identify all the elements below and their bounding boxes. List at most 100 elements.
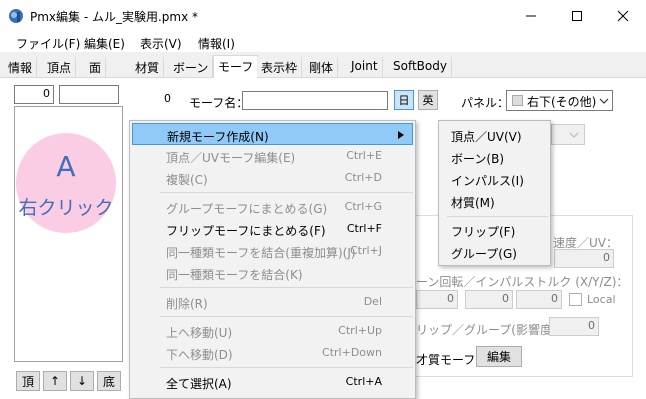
ctx-item-label: 複製(C): [166, 173, 208, 187]
chevron-down-icon: [569, 132, 579, 138]
menu-file[interactable]: ファイル(F): [16, 35, 80, 52]
sub-group[interactable]: グループ(G): [441, 241, 548, 263]
ctx-item-shortcut: Ctrl+E: [346, 149, 382, 162]
window-title: Pmx編集 - ムル_実験用.pmx *: [30, 10, 199, 24]
chevron-right-icon: [398, 131, 404, 139]
tab-rigid-body[interactable]: 剛体: [305, 57, 339, 77]
panel-select-value: 右下(その他): [527, 95, 597, 109]
local-checkbox[interactable]: [569, 293, 582, 306]
flip-group-input[interactable]: 0: [549, 317, 599, 336]
panel-color-swatch: [512, 95, 523, 106]
sub-item-label: 頂点／UV(V): [451, 130, 522, 144]
ctx-separator: [160, 316, 413, 317]
ctx-item-label: グループモーフにまとめる(G): [166, 202, 328, 216]
panel-select[interactable]: 右下(その他): [506, 90, 613, 111]
ctx-separator: [160, 287, 413, 288]
ctx-item-shortcut: Ctrl+D: [344, 171, 382, 184]
ctx-item-shortcut: Ctrl+G: [344, 200, 382, 213]
ctx-item-label: 同一種類モーフを結合(重複加算)(J): [166, 246, 356, 260]
sub-bone[interactable]: ボーン(B): [441, 146, 548, 168]
ctx-item-label: フリップモーフにまとめる(F): [166, 224, 326, 238]
ctx-duplicate[interactable]: 複製(C) Ctrl+D: [132, 167, 413, 189]
tab-softbody[interactable]: SoftBody: [389, 57, 452, 77]
tab-vertex[interactable]: 頂点: [43, 57, 77, 77]
close-button[interactable]: [600, 0, 646, 31]
menu-info[interactable]: 情報(I): [198, 35, 235, 52]
ctx-item-label: 新規モーフ作成(N): [167, 130, 269, 144]
ctx-delete[interactable]: 削除(R) Del: [132, 291, 413, 313]
sub-material[interactable]: 材質(M): [441, 190, 548, 212]
chevron-down-icon: [599, 98, 609, 104]
maximize-icon: [572, 10, 582, 21]
ctx-group-morph[interactable]: グループモーフにまとめる(G) Ctrl+G: [132, 196, 413, 218]
tab-morph[interactable]: モーフ: [213, 55, 259, 78]
ctx-item-shortcut: Ctrl+J: [349, 244, 382, 257]
close-icon: [617, 10, 629, 21]
ctx-move-down[interactable]: 下へ移動(D) Ctrl+Down: [132, 342, 413, 364]
ctx-item-label: 下へ移動(D): [166, 348, 233, 362]
tab-material[interactable]: 材質: [131, 57, 165, 77]
sub-flip[interactable]: フリップ(F): [441, 219, 548, 241]
lang-en-button[interactable]: 英: [418, 90, 438, 110]
annotation-letter: A: [56, 150, 76, 183]
ctx-item-shortcut: Ctrl+A: [345, 375, 382, 388]
ctx-item-shortcut: Ctrl+Down: [322, 346, 382, 359]
panel-label: パネル：: [461, 96, 510, 110]
tab-info[interactable]: 情報: [4, 57, 38, 77]
ctx-item-label: 上へ移動(U): [166, 326, 233, 340]
menu-view[interactable]: 表示(V): [140, 35, 182, 52]
sub-separator: [447, 216, 548, 217]
filter-input[interactable]: [59, 85, 119, 104]
material-edit-button[interactable]: 編集: [476, 346, 522, 367]
sub-item-label: ボーン(B): [451, 152, 504, 166]
move-down-button[interactable]: ↓: [70, 371, 94, 391]
ctx-separator: [160, 367, 413, 368]
move-bottom-button[interactable]: 底: [97, 371, 121, 391]
ctx-edit-vertex-uv[interactable]: 頂点／UVモーフ編集(E) Ctrl+E: [132, 145, 413, 167]
morph-name-label: モーフ名：: [189, 96, 249, 110]
sub-impulse[interactable]: インパルス(I): [441, 168, 548, 190]
minimize-button[interactable]: [508, 0, 554, 31]
ctx-item-shortcut: Ctrl+Up: [338, 324, 382, 337]
local-label: Local: [587, 293, 616, 306]
ctx-new-morph[interactable]: 新規モーフ作成(N): [132, 123, 413, 145]
ctx-item-label: 全て選択(A): [166, 377, 232, 391]
menu-edit[interactable]: 編集(E): [84, 35, 125, 52]
flip-group-label: リップ／グループ(影響度)：: [416, 323, 569, 337]
type-select[interactable]: [551, 124, 585, 145]
ctx-flip-morph[interactable]: フリップモーフにまとめる(F) Ctrl+F: [132, 218, 413, 240]
minimize-icon: [526, 15, 536, 16]
impulse-label: ーン回転／インパルストルク (X/Y/Z)：: [416, 275, 629, 289]
ctx-merge[interactable]: 同一種類モーフを結合(K): [132, 262, 413, 284]
ctx-item-shortcut: Ctrl+F: [346, 222, 382, 235]
impulse-y-input[interactable]: 0: [465, 290, 513, 309]
sub-item-label: 材質(M): [451, 196, 495, 210]
move-up-button[interactable]: ↑: [43, 371, 67, 391]
sub-item-label: グループ(G): [451, 247, 517, 261]
app-icon: [9, 9, 23, 23]
context-menu: 新規モーフ作成(N) 頂点／UVモーフ編集(E) Ctrl+E 複製(C) Ct…: [129, 120, 416, 399]
maximize-button[interactable]: [554, 0, 600, 31]
sub-item-label: インパルス(I): [451, 174, 524, 188]
ctx-separator: [160, 192, 413, 193]
tab-face[interactable]: 面: [85, 57, 107, 77]
ctx-item-shortcut: Del: [363, 295, 382, 308]
index-input[interactable]: 0: [14, 85, 54, 104]
move-top-button[interactable]: 頂: [16, 371, 40, 391]
tab-display-frame[interactable]: 表示枠: [257, 57, 303, 77]
ctx-merge-add[interactable]: 同一種類モーフを結合(重複加算)(J) Ctrl+J: [132, 240, 413, 262]
ctx-item-label: 同一種類モーフを結合(K): [166, 268, 303, 282]
ctx-item-label: 頂点／UVモーフ編集(E): [166, 151, 296, 165]
annotation-caption: 右クリック: [18, 197, 114, 219]
sub-vertex-uv[interactable]: 頂点／UV(V): [441, 124, 548, 146]
ctx-item-label: 削除(R): [166, 297, 208, 311]
impulse-x-input[interactable]: 0: [416, 290, 458, 309]
ctx-select-all[interactable]: 全て選択(A) Ctrl+A: [132, 371, 413, 393]
ctx-move-up[interactable]: 上へ移動(U) Ctrl+Up: [132, 320, 413, 342]
impulse-z-input[interactable]: 0: [516, 290, 562, 309]
tab-bone[interactable]: ボーン: [169, 57, 214, 77]
velocity-input[interactable]: 0: [554, 249, 614, 268]
tab-joint[interactable]: Joint: [347, 57, 383, 77]
lang-jp-button[interactable]: 日: [394, 90, 414, 110]
morph-name-input[interactable]: [242, 91, 388, 110]
